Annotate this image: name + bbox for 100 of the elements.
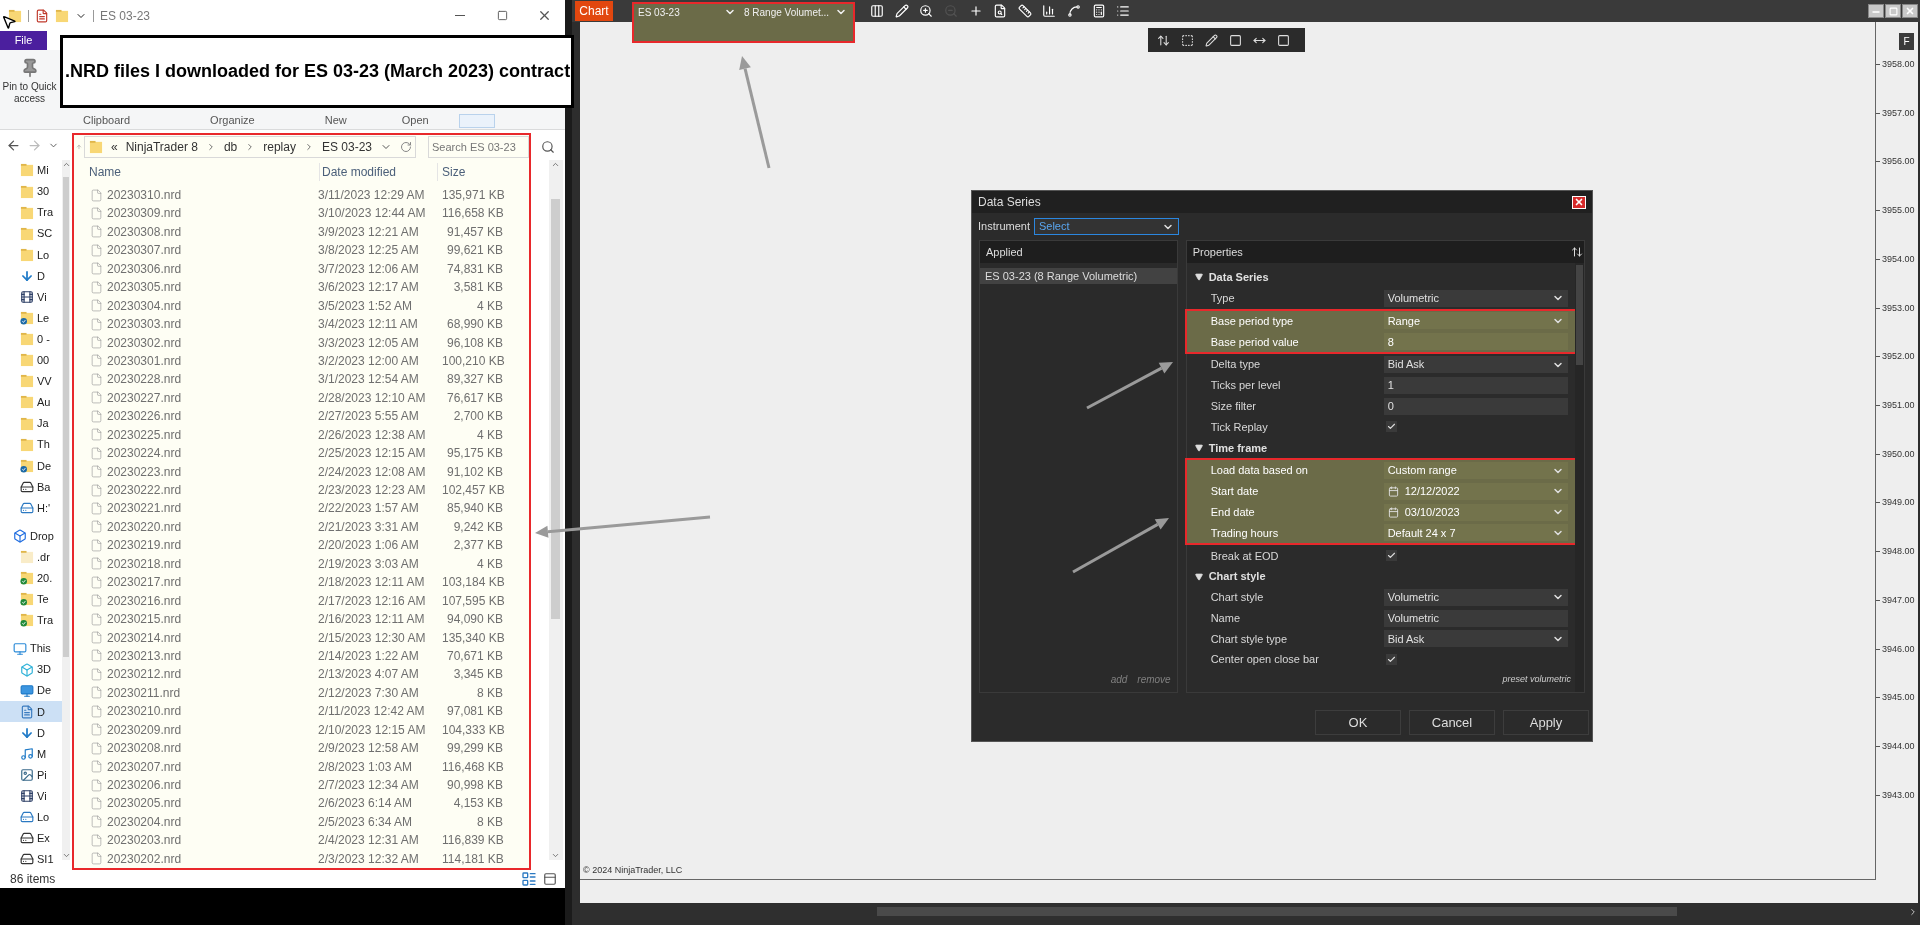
address-bar[interactable]: « NinjaTrader 8 db replay ES 03-23: [83, 135, 416, 158]
file-name: 20230221.nrd: [107, 500, 183, 518]
scroll-down-icon[interactable]: [551, 851, 560, 860]
breadcrumb[interactable]: ES 03-23: [321, 137, 372, 156]
pin-button[interactable]: Pin to Quick access: [1, 58, 58, 105]
column-header[interactable]: Size: [437, 162, 507, 181]
pencil-icon[interactable]: [1202, 31, 1220, 49]
period-dropdown[interactable]: 8 Range Volumet...: [740, 4, 851, 20]
input-field[interactable]: 8: [1383, 333, 1568, 351]
properties-icon[interactable]: [35, 8, 49, 23]
checkbox[interactable]: [1385, 654, 1397, 666]
date-modified: 2/25/2023 12:15 AM: [318, 445, 427, 463]
axis-label: 3954.00: [1882, 252, 1915, 266]
file-icon: [90, 188, 103, 202]
section-header[interactable]: Data Series: [1186, 267, 1575, 288]
dropdown-field[interactable]: Volumetric: [1383, 289, 1568, 307]
breadcrumb[interactable]: NinjaTrader 8: [125, 137, 198, 156]
file-icon: [90, 815, 103, 829]
check-icon: [1386, 422, 1396, 432]
file-size: 4 KB: [476, 297, 503, 315]
date-modified: 2/8/2023 1:03 AM: [318, 758, 414, 776]
file-name: 20230204.nrd: [107, 813, 183, 831]
file-size: 8 KB: [476, 813, 503, 831]
input-field[interactable]: 0: [1383, 397, 1568, 415]
file-tab[interactable]: File: [0, 31, 47, 50]
dropdown-field[interactable]: Bid Ask: [1383, 630, 1568, 648]
dropdown-field[interactable]: Custom range: [1383, 462, 1568, 480]
dialog-button[interactable]: Cancel: [1409, 710, 1495, 735]
triangle-icon: [1194, 273, 1203, 282]
file-icon: [90, 612, 103, 626]
scrollbar[interactable]: [62, 159, 70, 860]
instrument-dropdown[interactable]: Select: [1033, 218, 1179, 235]
breadcrumb[interactable]: db: [223, 137, 238, 156]
file-size: 116,468 KB: [442, 758, 503, 776]
dialog-button[interactable]: OK: [1315, 710, 1401, 735]
folder-icon: [20, 437, 34, 452]
file-name: 20230212.nrd: [107, 666, 183, 684]
minimize-button[interactable]: [1868, 4, 1884, 18]
input-field[interactable]: 1: [1383, 376, 1568, 394]
dropdown-field[interactable]: Range: [1383, 312, 1568, 330]
file-size: 100,210 KB: [442, 352, 503, 370]
scrollbar[interactable]: [1575, 263, 1584, 692]
file-size: 103,184 KB: [442, 574, 503, 592]
folder-icon: [8, 8, 22, 23]
folder-icon: [20, 163, 34, 178]
column-header[interactable]: Date modified: [319, 162, 437, 181]
arrow-down-icon: [20, 268, 34, 283]
section-header[interactable]: Time frame: [1186, 437, 1575, 459]
maximize-button[interactable]: [1885, 4, 1901, 18]
file-size: 102,457 KB: [442, 482, 503, 500]
date-modified: 3/8/2023 12:25 AM: [318, 242, 420, 260]
file-name: 20230225.nrd: [107, 426, 183, 444]
file-name: 20230207.nrd: [107, 758, 183, 776]
input-field[interactable]: Volumetric: [1383, 609, 1568, 627]
date-modified: 2/9/2023 12:58 AM: [318, 740, 420, 758]
folder-icon: [20, 205, 34, 220]
dropdown-field[interactable]: Bid Ask: [1383, 356, 1568, 374]
axis-label: 3943.00: [1882, 788, 1915, 802]
date-modified: 2/27/2023 5:55 AM: [318, 408, 420, 426]
checkbox[interactable]: [1385, 421, 1397, 433]
column-header[interactable]: Name: [89, 162, 319, 181]
instrument-dropdown[interactable]: ES 03-23: [634, 4, 740, 20]
axis-button[interactable]: F: [1899, 33, 1914, 50]
axis-label: 3952.00: [1882, 350, 1915, 364]
scroll-arrows-icon[interactable]: [1571, 246, 1583, 258]
details-view-icon[interactable]: [521, 871, 537, 887]
scroll-up-icon[interactable]: [551, 160, 560, 169]
search-field[interactable]: Search ES 03-23: [428, 135, 529, 158]
drive-icon: [20, 810, 34, 825]
scroll-right-icon[interactable]: [1908, 906, 1918, 917]
maximize-icon: [1888, 6, 1898, 16]
search-icon[interactable]: [540, 139, 555, 154]
date-field[interactable]: 03/10/2023: [1383, 503, 1568, 521]
date-field[interactable]: 12/12/2022: [1383, 482, 1568, 500]
date-modified: 2/17/2023 12:16 AM: [318, 592, 427, 610]
chart-tab[interactable]: Chart: [575, 1, 613, 21]
breadcrumb[interactable]: replay: [263, 137, 296, 156]
section-header[interactable]: Chart style: [1186, 566, 1575, 587]
dialog-button[interactable]: Apply: [1503, 710, 1589, 735]
file-name: 20230227.nrd: [107, 389, 183, 407]
file-icon: [90, 428, 103, 442]
file-name: 20230211.nrd: [107, 684, 182, 702]
preset-link[interactable]: preset volumetric: [1502, 672, 1571, 686]
file-name: 20230214.nrd: [107, 629, 183, 647]
file-size: 4 KB: [476, 426, 503, 444]
dropdown-field[interactable]: Default 24 x 7: [1383, 524, 1568, 542]
file-name: 20230215.nrd: [107, 611, 183, 629]
file-icon: [90, 667, 103, 681]
axis-label: 3958.00: [1882, 58, 1915, 71]
dropdown-field[interactable]: Volumetric: [1383, 588, 1568, 606]
tiles-view-icon[interactable]: [543, 872, 557, 886]
date-modified: 2/7/2023 12:34 AM: [318, 777, 420, 795]
applied-item[interactable]: ES 03-23 (8 Range Volumetric): [980, 268, 1177, 284]
nav-item[interactable]: D: [0, 701, 62, 723]
refresh-icon[interactable]: [400, 140, 412, 153]
scrollbar[interactable]: [548, 160, 563, 860]
file-icon: [90, 852, 103, 866]
checkbox[interactable]: [1385, 550, 1397, 562]
back-icon[interactable]: [6, 138, 21, 154]
property-label: Name: [1210, 610, 1241, 626]
